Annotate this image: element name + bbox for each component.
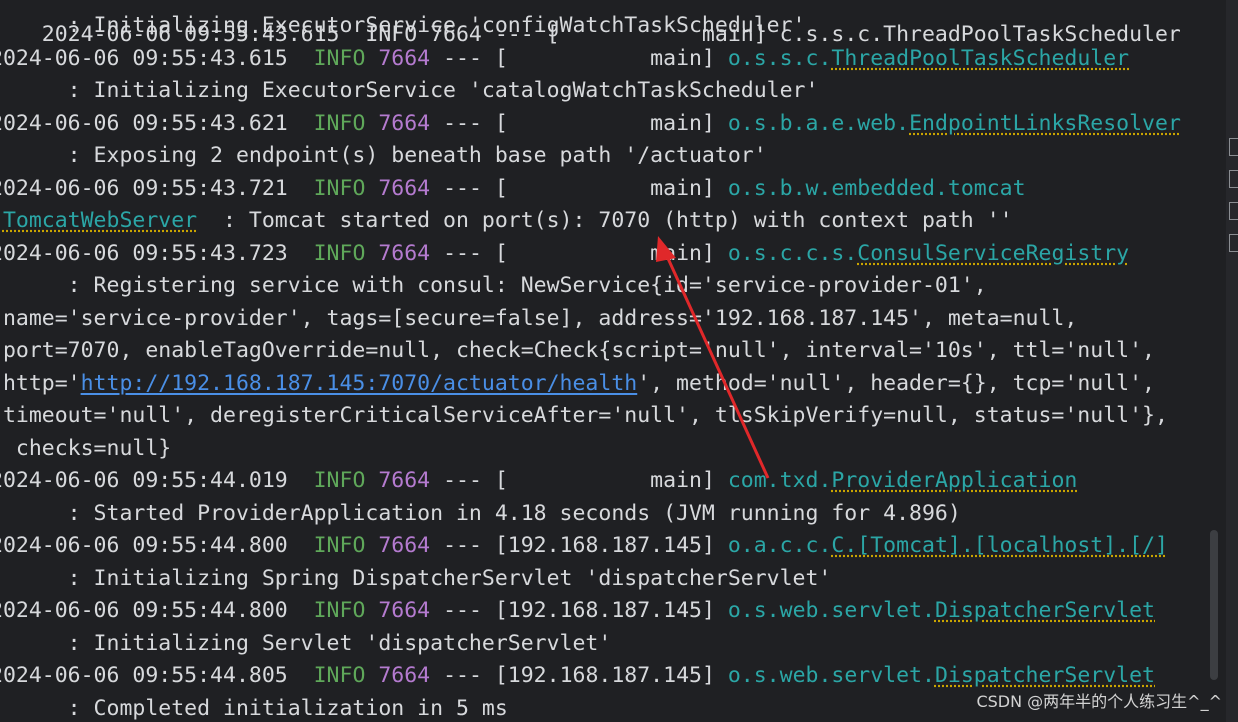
thread: --- [ main] xyxy=(430,241,728,266)
logger-link[interactable]: ProviderApplication xyxy=(831,468,1077,493)
message-text: checks=null} xyxy=(0,436,172,461)
log-message: timeout='null', deregisterCriticalServic… xyxy=(0,400,1168,433)
log-message: : Exposing 2 endpoint(s) beneath base pa… xyxy=(0,140,767,173)
thread: --- [192.168.187.145] xyxy=(430,598,728,623)
log-line: 2024-06-06 09:55:44.019 INFO 7664 --- [ … xyxy=(0,465,1077,498)
log-message: : Initializing ExecutorService 'catalogW… xyxy=(0,75,819,108)
side-toolbar xyxy=(1226,0,1238,722)
log-message: .TomcatWebServer : Tomcat started on por… xyxy=(0,205,1013,238)
log-level: INFO xyxy=(313,111,366,136)
log-level: INFO xyxy=(313,241,366,266)
timestamp: 2024-06-06 09:55:43.621 xyxy=(0,111,288,136)
process-id: 7664 xyxy=(378,533,431,558)
message-text: name='service-provider', tags=[secure=fa… xyxy=(0,306,1078,331)
log-message: http='http://192.168.187.145:7070/actuat… xyxy=(0,368,1155,401)
process-id: 7664 xyxy=(378,241,431,266)
log-message: name='service-provider', tags=[secure=fa… xyxy=(0,303,1077,336)
log-message: : Registering service with consul: NewSe… xyxy=(0,270,987,303)
process-id: 7664 xyxy=(378,46,431,71)
logger-name: o.s.web.servlet. xyxy=(727,598,935,623)
thread: --- [192.168.187.145] xyxy=(430,533,728,558)
logger-name: o.s.c.c.s. xyxy=(727,241,858,266)
log-level: INFO xyxy=(313,663,366,688)
timestamp: 2024-06-06 09:55:44.019 xyxy=(0,468,288,493)
thread: --- [ main] xyxy=(430,46,728,71)
wrap-icon[interactable] xyxy=(1229,138,1238,156)
vertical-scrollbar[interactable] xyxy=(1210,530,1218,680)
log-line: 2024-06-06 09:55:43.721 INFO 7664 --- [ … xyxy=(0,173,1026,206)
thread: --- [192.168.187.145] xyxy=(430,663,728,688)
health-url-link[interactable]: http://192.168.187.145:7070/actuator/hea… xyxy=(81,371,638,396)
log-message: : Initializing Servlet 'dispatcherServle… xyxy=(0,628,612,661)
timestamp: 2024-06-06 09:55:43.723 xyxy=(0,241,288,266)
thread: --- [ main] xyxy=(430,176,728,201)
message-text: : Initializing Spring DispatcherServlet … xyxy=(0,566,832,591)
log-level: INFO xyxy=(313,533,366,558)
watermark: CSDN @两年半的个人练习生^_^ xyxy=(976,692,1222,711)
log-message: : Started ProviderApplication in 4.18 se… xyxy=(0,498,961,531)
message-text: : Started ProviderApplication in 4.18 se… xyxy=(0,501,961,526)
logger-link[interactable]: DispatcherServlet xyxy=(935,663,1155,688)
logger-name: o.s.web.servlet. xyxy=(727,663,935,688)
thread: --- [ main] xyxy=(430,111,728,136)
log-line: 2024-06-06 09:55:43.723 INFO 7664 --- [ … xyxy=(0,238,1129,271)
print-icon[interactable] xyxy=(1229,202,1238,220)
log-line: 2024-06-06 09:55:44.800 INFO 7664 --- [1… xyxy=(0,530,1168,563)
log-level: INFO xyxy=(313,46,366,71)
log-message: port=7070, enableTagOverride=null, check… xyxy=(0,335,1155,368)
message-text: : Tomcat started on port(s): 7070 (http)… xyxy=(197,208,1013,233)
message-text: : Exposing 2 endpoint(s) beneath base pa… xyxy=(0,143,767,168)
timestamp: 2024-06-06 09:55:44.800 xyxy=(0,598,288,623)
log-level: INFO xyxy=(313,468,366,493)
console-output[interactable]: 2024-06-06 09:55:43.615 INFO 7664 --- [ … xyxy=(0,0,1210,722)
log-message: : Completed initialization in 5 ms xyxy=(0,693,508,722)
logger-link[interactable]: EndpointLinksResolver xyxy=(909,111,1181,136)
thread: --- [ main] xyxy=(430,468,728,493)
message-text: port=7070, enableTagOverride=null, check… xyxy=(0,338,1155,363)
logger-link[interactable]: .TomcatWebServer xyxy=(0,208,197,233)
timestamp: 2024-06-06 09:55:44.805 xyxy=(0,663,288,688)
log-message: : Initializing Spring DispatcherServlet … xyxy=(0,563,832,596)
logger-name: o.s.b.w.embedded.tomcat xyxy=(727,176,1026,201)
message-text: http=' xyxy=(2,371,81,396)
timestamp: 2024-06-06 09:55:43.721 xyxy=(0,176,288,201)
logger-link[interactable]: ThreadPoolTaskScheduler xyxy=(831,46,1129,71)
process-id: 7664 xyxy=(378,663,431,688)
logger-name: com.txd. xyxy=(727,468,832,493)
message-text: : Completed initialization in 5 ms xyxy=(0,696,508,721)
log-message: checks=null} xyxy=(0,433,171,466)
process-id: 7664 xyxy=(378,598,431,623)
log-level: INFO xyxy=(313,598,366,623)
scroll-to-end-icon[interactable] xyxy=(1229,170,1238,188)
message-text: : Registering service with consul: NewSe… xyxy=(0,273,987,298)
logger-name: o.s.b.a.e.web. xyxy=(727,111,910,136)
message-text: ', method='null', header={}, tcp='null', xyxy=(637,371,1155,396)
logger-link[interactable]: DispatcherServlet xyxy=(935,598,1155,623)
process-id: 7664 xyxy=(378,176,431,201)
timestamp: 2024-06-06 09:55:44.800 xyxy=(0,533,288,558)
log-line: 2024-06-06 09:55:43.621 INFO 7664 --- [ … xyxy=(0,108,1181,141)
log-message: : Initializing ExecutorService 'configWa… xyxy=(0,10,806,43)
clear-icon[interactable] xyxy=(1229,234,1238,252)
logger-link[interactable]: ConsulServiceRegistry xyxy=(857,241,1129,266)
logger-name: o.s.s.c. xyxy=(727,46,832,71)
logger-link[interactable]: C.[Tomcat].[localhost].[/] xyxy=(831,533,1168,558)
process-id: 7664 xyxy=(378,111,431,136)
timestamp: 2024-06-06 09:55:43.615 xyxy=(0,46,288,71)
log-line: 2024-06-06 09:55:44.800 INFO 7664 --- [1… xyxy=(0,595,1155,628)
log-level: INFO xyxy=(313,176,366,201)
process-id: 7664 xyxy=(378,468,431,493)
log-line: 2024-06-06 09:55:43.615 INFO 7664 --- [ … xyxy=(0,43,1129,76)
message-text: timeout='null', deregisterCriticalServic… xyxy=(0,403,1168,428)
message-text: : Initializing ExecutorService 'configWa… xyxy=(0,13,806,38)
logger-name: o.a.c.c. xyxy=(727,533,832,558)
message-text: : Initializing Servlet 'dispatcherServle… xyxy=(0,631,612,656)
message-text: : Initializing ExecutorService 'catalogW… xyxy=(0,78,819,103)
